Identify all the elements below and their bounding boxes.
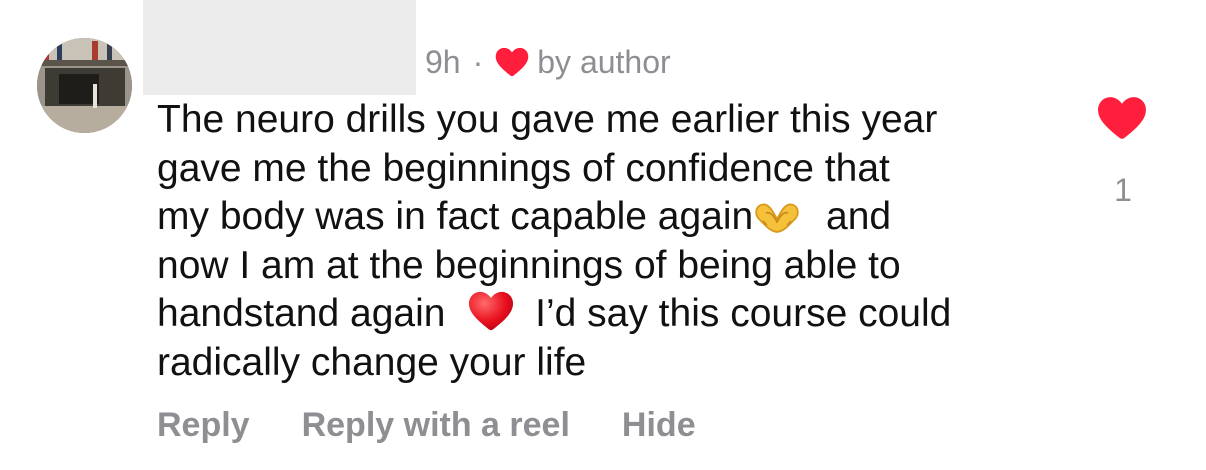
avatar[interactable]: [37, 38, 132, 133]
meta-separator: ·: [472, 43, 484, 80]
comment-line: handstand again I’d say this course coul…: [157, 290, 1057, 339]
comment-line: gave me the beginnings of confidence tha…: [157, 146, 890, 190]
comment-line: my body was in fact capable again and: [157, 193, 1057, 242]
comment-line: now I am at the beginnings of being able…: [157, 243, 901, 287]
username-redacted: [143, 0, 416, 95]
comment-time: 9h: [425, 43, 461, 80]
comment-line-text: I’d say this course could: [535, 292, 952, 335]
comment-meta: 9h · by author: [425, 40, 671, 84]
comment-actions: Reply Reply with a reel Hide: [157, 406, 748, 445]
comment-line-text: my body was in fact capable again: [157, 195, 754, 238]
heart-hands-emoji-icon: [755, 203, 799, 233]
comment-line: The neuro drills you gave me earlier thi…: [157, 98, 938, 141]
like-count: 1: [1114, 172, 1132, 208]
hide-button[interactable]: Hide: [622, 406, 696, 445]
reply-with-reel-button[interactable]: Reply with a reel: [302, 406, 570, 445]
like-heart-icon[interactable]: [1097, 96, 1147, 140]
heart-icon: [495, 47, 529, 77]
comment-line-text: handstand again: [157, 292, 446, 335]
red-heart-emoji-icon: [469, 291, 514, 331]
comment-line-text: and: [826, 195, 892, 238]
comment-text: The neuro drills you gave me earlier thi…: [157, 96, 1057, 387]
comment-line: radically change your life: [157, 340, 587, 384]
liked-by-author-label: by author: [537, 43, 671, 80]
reply-button[interactable]: Reply: [157, 406, 250, 445]
